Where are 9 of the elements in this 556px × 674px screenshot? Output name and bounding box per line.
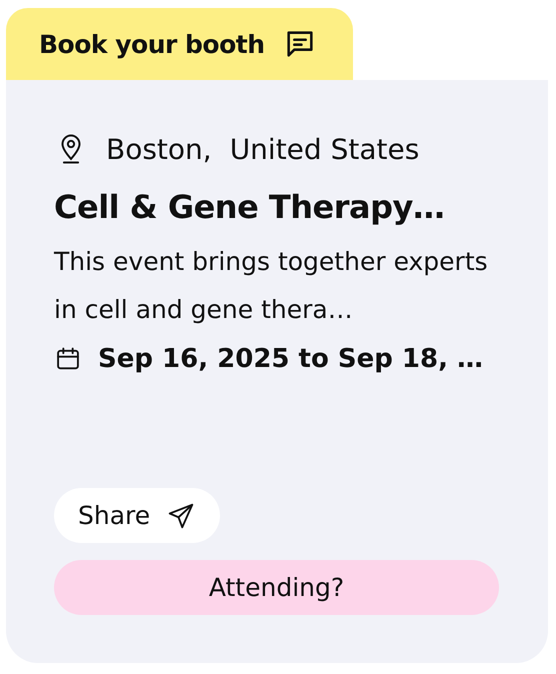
- attending-button[interactable]: Attending?: [54, 560, 499, 615]
- event-description: This event brings together experts in cell and gene thera…: [54, 246, 489, 326]
- tab-label: Book your booth: [39, 30, 265, 58]
- share-button[interactable]: Share: [54, 488, 220, 543]
- booth-tab[interactable]: Book your booth: [6, 8, 353, 80]
- country: United States: [230, 132, 420, 166]
- event-title: Cell & Gene Therapy…: [54, 188, 446, 226]
- event-dates: Sep 16, 2025 to Sep 18, …: [98, 344, 484, 374]
- city: Boston,: [106, 132, 212, 166]
